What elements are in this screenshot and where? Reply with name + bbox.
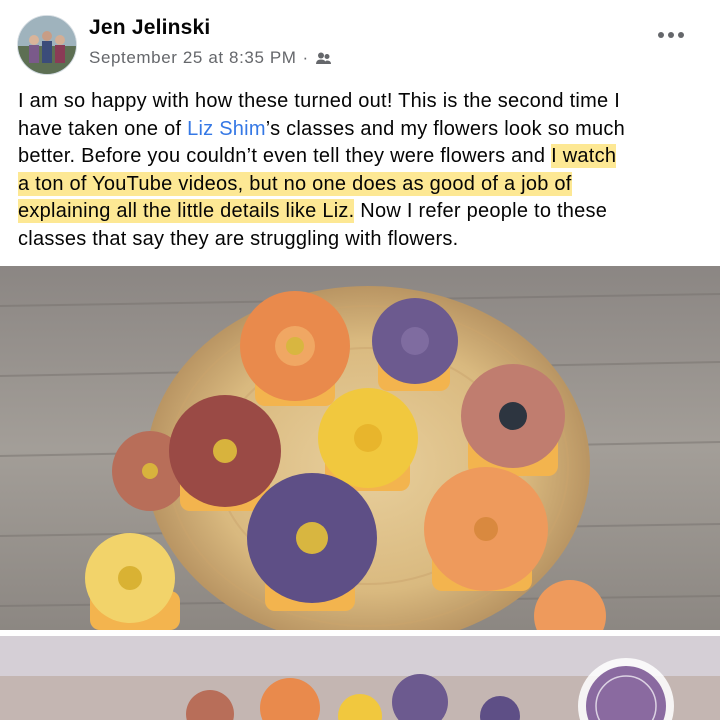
post-text-line: better. Before you couldn’t even tell th… bbox=[18, 143, 708, 171]
author-avatar[interactable] bbox=[17, 15, 77, 75]
tagged-user-link[interactable]: Liz Shim bbox=[187, 118, 266, 140]
more-options-icon[interactable] bbox=[658, 28, 686, 42]
post-text-segment: Now I refer people to these bbox=[354, 200, 608, 222]
meta-separator: · bbox=[302, 48, 309, 67]
post-text-line: I am so happy with how these turned out!… bbox=[18, 90, 620, 112]
post-text-line: classes that say they are struggling wit… bbox=[18, 227, 459, 250]
post-meta: September 25 at 8:35 PM · bbox=[89, 48, 332, 68]
post-header: Jen Jelinski September 25 at 8:35 PM · bbox=[0, 0, 720, 88]
post-body: I am so happy with how these turned out!… bbox=[18, 88, 708, 253]
cupcakes-photo-1[interactable] bbox=[0, 266, 720, 630]
author-name[interactable]: Jen Jelinski bbox=[89, 16, 210, 40]
post-text-segment: have taken one of bbox=[18, 117, 188, 140]
friends-icon[interactable] bbox=[315, 50, 332, 67]
post-text-line: explaining all the little details like L… bbox=[18, 198, 708, 226]
post-text-segment: ’s classes and my flowers look so much bbox=[265, 117, 626, 140]
highlighted-text: a ton of YouTube videos, but no one does… bbox=[18, 171, 572, 196]
highlighted-text: explaining all the little details like L… bbox=[18, 199, 355, 223]
post-text-line: have taken one of Liz Shim’s classes and… bbox=[18, 116, 708, 144]
post-timestamp[interactable]: September 25 at 8:35 PM bbox=[89, 48, 297, 68]
cupcakes-photo-2[interactable] bbox=[0, 636, 720, 720]
highlighted-text: I watch bbox=[551, 144, 617, 168]
post-text-line: a ton of YouTube videos, but no one does… bbox=[18, 171, 708, 199]
post-text-segment: better. Before you couldn’t even tell th… bbox=[18, 145, 552, 167]
